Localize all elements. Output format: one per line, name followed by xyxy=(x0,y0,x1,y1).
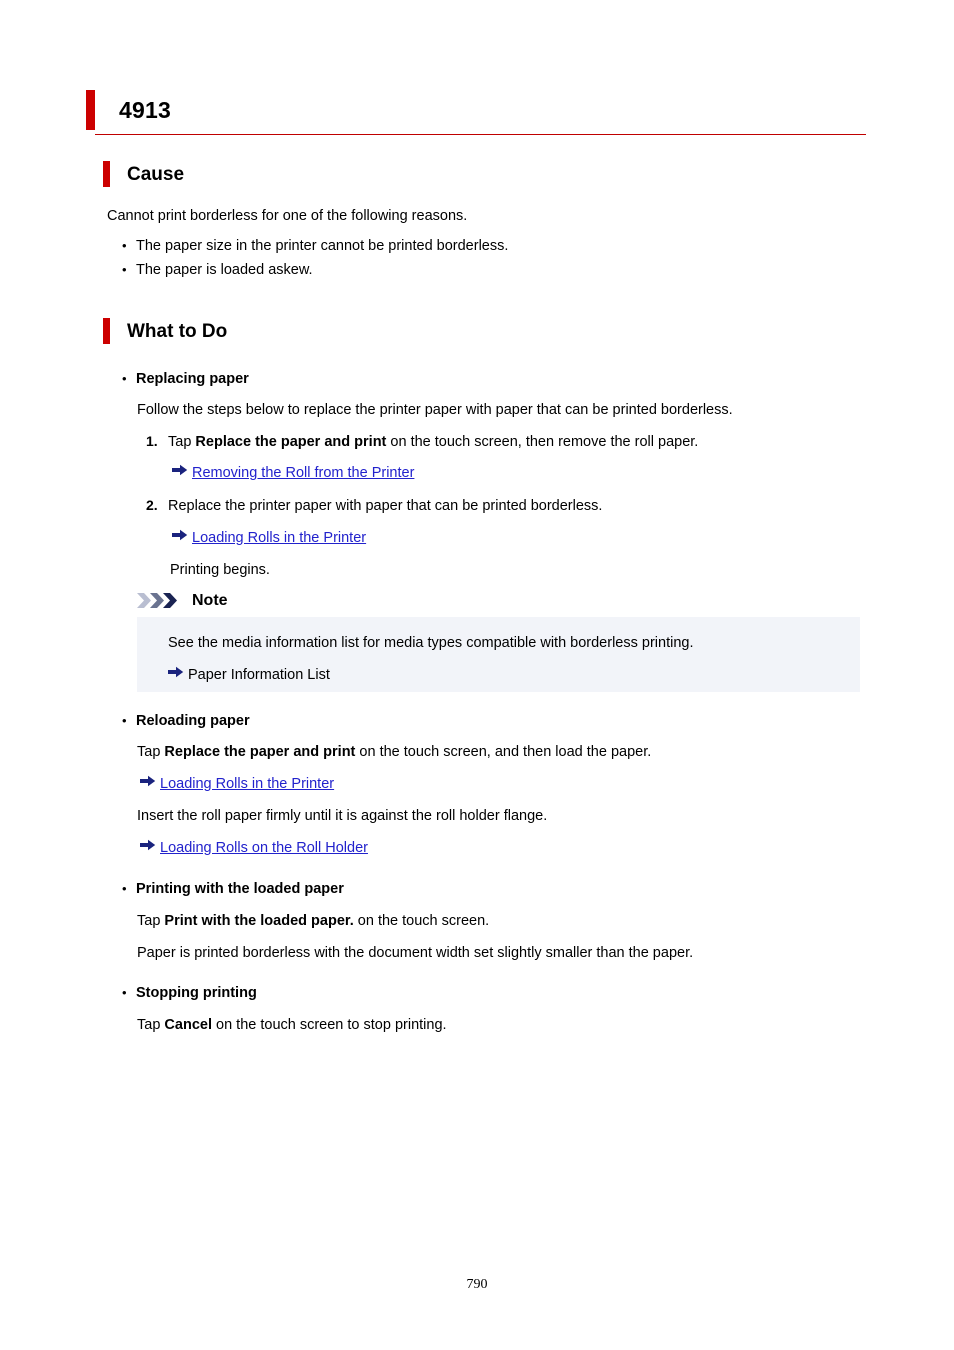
subsection-reloading-paper: • Reloading paper xyxy=(122,711,842,731)
cause-reason-text: The paper is loaded askew. xyxy=(136,262,313,278)
page-title-row: 4913 xyxy=(86,90,866,130)
chevrons-right-icon xyxy=(137,592,183,609)
stopping-suffix: on the touch screen to stop printing. xyxy=(211,1017,447,1033)
page-number: 790 xyxy=(466,1277,488,1292)
subsection-printing-with-loaded-paper: • Printing with the loaded paper xyxy=(122,879,842,899)
step-1-bold-phrase: Replace the paper and print xyxy=(195,434,387,450)
cause-intro-text: Cannot print borderless for one of the f… xyxy=(107,208,468,224)
title-accent-bar xyxy=(86,90,95,130)
subsection-stopping-printing: • Stopping printing xyxy=(122,983,842,1003)
link-row-loading-rolls-printer-2[interactable]: Loading Rolls in the Printer xyxy=(140,774,334,794)
stopping-printing-line: Tap Cancel on the touch screen to stop p… xyxy=(137,1015,857,1036)
page-title: 4913 xyxy=(119,96,171,123)
bullet-icon: • xyxy=(122,238,127,253)
document-page: 4913 Cause Cannot print borderless for o… xyxy=(0,0,954,1350)
link-loading-rolls-in-the-printer[interactable]: Loading Rolls in the Printer xyxy=(160,774,334,794)
stopping-prefix: Tap xyxy=(137,1017,165,1033)
bullet-icon: • xyxy=(122,713,127,728)
note-title-label: Note xyxy=(192,591,228,609)
printing-loaded-line-2: Paper is printed borderless with the doc… xyxy=(137,945,694,961)
link-row-loading-rolls-printer-1[interactable]: Loading Rolls in the Printer xyxy=(172,528,366,548)
arrow-right-icon xyxy=(168,666,188,678)
link-removing-the-roll-from-the-printer[interactable]: Removing the Roll from the Printer xyxy=(192,463,414,483)
reloading-instruction-line: Tap Replace the paper and print on the t… xyxy=(137,742,857,763)
link-row-loading-rolls-holder[interactable]: Loading Rolls on the Roll Holder xyxy=(140,838,368,858)
what-to-do-heading-label: What to Do xyxy=(127,320,228,342)
bullet-icon: • xyxy=(122,262,127,277)
bullet-icon: • xyxy=(122,371,127,386)
printing-loaded-line-1: Tap Print with the loaded paper. on the … xyxy=(137,911,857,932)
arrow-right-icon xyxy=(172,529,192,541)
cause-heading-label: Cause xyxy=(127,163,185,185)
section-heading-cause: Cause xyxy=(103,161,184,187)
link-loading-rolls-in-the-printer[interactable]: Loading Rolls in the Printer xyxy=(192,528,366,548)
replacing-paper-label: Replacing paper xyxy=(136,371,249,387)
replacing-step-2: 2. Replace the printer paper with paper … xyxy=(146,496,886,516)
arrow-right-icon xyxy=(140,775,160,787)
step-1-prefix: Tap xyxy=(168,434,196,450)
stopping-printing-label: Stopping printing xyxy=(136,985,257,1001)
step-number: 2. xyxy=(146,497,158,513)
link-row-removing-roll[interactable]: Removing the Roll from the Printer xyxy=(172,463,414,483)
bullet-icon: • xyxy=(122,985,127,1000)
printing-loaded-label: Printing with the loaded paper xyxy=(136,881,344,897)
printing-loaded-prefix: Tap xyxy=(137,913,165,929)
subsection-replacing-paper: • Replacing paper xyxy=(122,369,842,389)
reloading-line1-prefix: Tap xyxy=(137,744,165,760)
page-title-block: 4913 xyxy=(86,90,866,135)
note-body-text: See the media information list for media… xyxy=(168,635,694,651)
what-to-do-accent-bar xyxy=(103,318,110,344)
reloading-paper-label: Reloading paper xyxy=(136,713,250,729)
section-heading-what-to-do: What to Do xyxy=(103,318,227,344)
step-2-text: Replace the printer paper with paper tha… xyxy=(168,498,603,514)
printing-begins-text: Printing begins. xyxy=(170,562,270,578)
replacing-step-1: 1. Tap Replace the paper and print on th… xyxy=(146,432,886,452)
bullet-icon: • xyxy=(122,881,127,896)
note-reference-row: Paper Information List xyxy=(168,665,330,685)
note-reference-paper-information-list: Paper Information List xyxy=(188,667,330,683)
cause-reason-text: The paper size in the printer cannot be … xyxy=(136,238,509,254)
replacing-paper-intro: Follow the steps below to replace the pr… xyxy=(137,402,733,418)
cause-accent-bar xyxy=(103,161,110,187)
arrow-right-icon xyxy=(140,839,160,851)
reloading-second-line: Insert the roll paper firmly until it is… xyxy=(137,808,548,824)
cause-reason-item: • The paper size in the printer cannot b… xyxy=(122,236,842,256)
note-box: See the media information list for media… xyxy=(137,617,860,692)
step-number: 1. xyxy=(146,433,158,449)
stopping-bold-phrase: Cancel xyxy=(164,1017,212,1033)
reloading-line1-suffix: on the touch screen, and then load the p… xyxy=(355,744,652,760)
step-1-suffix: on the touch screen, then remove the rol… xyxy=(386,434,699,450)
arrow-right-icon xyxy=(172,464,192,476)
printing-loaded-suffix: on the touch screen. xyxy=(353,913,490,929)
cause-reason-item: • The paper is loaded askew. xyxy=(122,260,842,280)
reloading-line1-bold-phrase: Replace the paper and print xyxy=(164,744,356,760)
link-loading-rolls-on-the-roll-holder[interactable]: Loading Rolls on the Roll Holder xyxy=(160,838,368,858)
note-heading: Note xyxy=(137,592,228,609)
step-1-text: Tap Replace the paper and print on the t… xyxy=(168,432,698,452)
title-divider xyxy=(95,134,866,135)
printing-loaded-bold-phrase: Print with the loaded paper. xyxy=(164,913,354,929)
